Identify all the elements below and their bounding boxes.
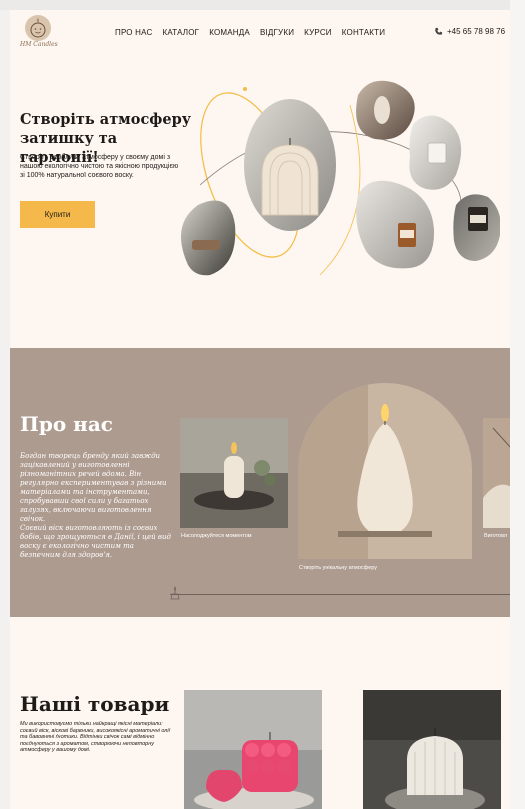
browser-top-strip	[0, 0, 525, 10]
product-photo-pink-candles[interactable]	[184, 690, 322, 809]
brand-logo[interactable]: HM Candles	[18, 15, 62, 59]
nav-contacts[interactable]: КОНТАКТИ	[342, 28, 385, 37]
products-description: Ми використовуємо тільки найкращі якісні…	[20, 721, 170, 754]
landing-page: HM Candles ПРО НАС КАТАЛОГ КОМАНДА ВІДГУ…	[10, 10, 510, 809]
phone-link[interactable]: +45 65 78 98 76	[434, 27, 505, 36]
logo-text: HM Candles	[20, 41, 58, 48]
nav-team[interactable]: КОМАНДА	[209, 28, 250, 37]
page-gutter	[510, 0, 525, 809]
about-paragraph-1: Богдан творець бренду який завжди заціка…	[20, 452, 167, 523]
main-nav: ПРО НАС КАТАЛОГ КОМАНДА ВІДГУКИ КУРСИ КО…	[115, 28, 385, 37]
nav-catalog[interactable]: КАТАЛОГ	[162, 28, 199, 37]
nav-about[interactable]: ПРО НАС	[115, 28, 152, 37]
phone-icon	[435, 27, 443, 35]
about-photo-partial	[483, 418, 510, 528]
hero-description: Створіть особливу атмосферу у своєму дом…	[20, 154, 179, 179]
photo-caption-1: Насолоджуйтеся моментом	[181, 533, 252, 539]
candle-face-icon	[30, 18, 46, 38]
nav-reviews[interactable]: ВІДГУКИ	[260, 28, 294, 37]
nav-courses[interactable]: КУРСИ	[304, 28, 332, 37]
hero-candle-collage	[180, 80, 500, 276]
buy-button[interactable]: Купити	[20, 201, 95, 228]
about-title: Про нас	[20, 412, 113, 436]
about-photo-candle-figure	[180, 418, 288, 528]
products-title: Наші товари	[20, 692, 170, 716]
photo-caption-2: Створіть унікальну атмосферу	[299, 565, 377, 571]
about-section: Про нас Богдан творець бренду який завжд…	[10, 348, 510, 617]
amber-jar-photo	[356, 180, 435, 269]
drop-photo-left	[180, 200, 236, 276]
about-paragraph-2: Соєвий віск виготовляють із соєвих бобів…	[20, 524, 171, 559]
phone-number: +45 65 78 98 76	[447, 27, 506, 36]
orbit-dot	[243, 87, 247, 91]
product-photo-white-candle[interactable]	[363, 690, 501, 809]
slider-track[interactable]	[170, 594, 510, 595]
about-photo-torso-candle	[298, 383, 472, 559]
photo-caption-3: Виготовл	[484, 533, 508, 539]
candle-outline-icon	[170, 586, 180, 600]
